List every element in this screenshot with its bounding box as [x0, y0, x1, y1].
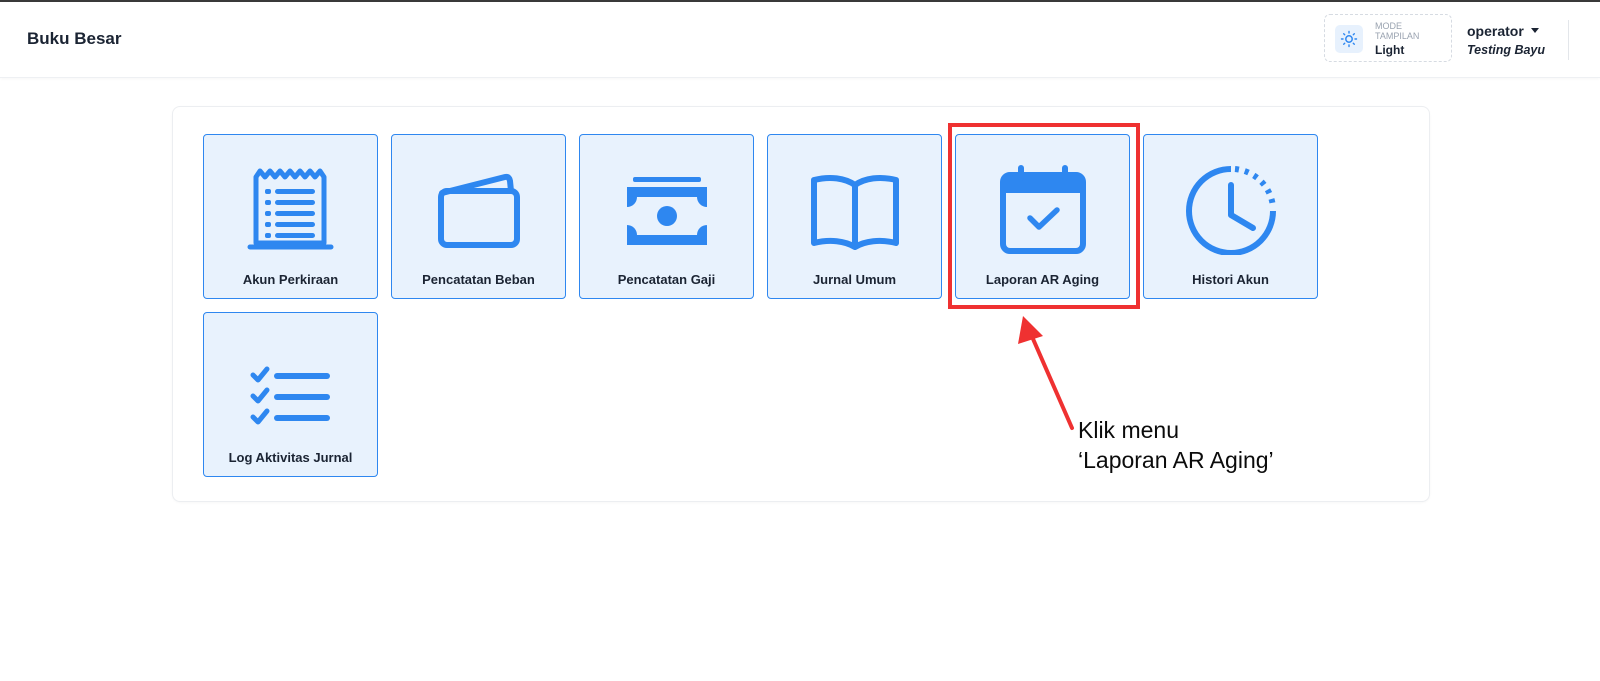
menu-tile-label: Akun Perkiraan [242, 272, 339, 287]
checklist-icon [250, 366, 330, 425]
display-mode-toggle[interactable]: MODE TAMPILAN Light [1324, 14, 1452, 62]
menu-tile-jurnal-umum[interactable]: Jurnal Umum [767, 134, 942, 299]
menu-tile-pencatatan-gaji[interactable]: Pencatatan Gaji [579, 134, 754, 299]
top-header: Buku Besar MODE TAMPILAN Light operator … [0, 2, 1600, 78]
caret-down-icon[interactable] [1531, 28, 1539, 33]
header-divider [1568, 20, 1569, 60]
menu-tile-label: Jurnal Umum [812, 272, 897, 287]
annotation-line-2: ‘Laporan AR Aging’ [1078, 447, 1274, 473]
user-menu-name[interactable]: operator [1467, 23, 1524, 39]
annotation-arrow [1018, 316, 1074, 430]
menu-tile-akun-perkiraan[interactable]: Akun Perkiraan [203, 134, 378, 299]
menu-tile-label: Histori Akun [1192, 272, 1269, 287]
mode-value: Light [1375, 43, 1405, 57]
receipt-icon [247, 168, 334, 250]
menu-tile-label: Log Aktivitas Jurnal [228, 450, 353, 465]
clock-history-icon [1186, 166, 1276, 255]
menu-tile-pencatatan-beban[interactable]: Pencatatan Beban [391, 134, 566, 299]
book-icon [811, 174, 899, 250]
wallet-icon [438, 173, 520, 248]
menu-tile-histori-akun[interactable]: Histori Akun [1143, 134, 1318, 299]
annotation-line-1: Klik menu [1078, 417, 1179, 443]
mode-label: MODE TAMPILAN [1375, 21, 1420, 41]
annotation-text: Klik menu ‘Laporan AR Aging’ [1078, 415, 1274, 475]
cash-icon [627, 177, 707, 245]
annotation-highlight-box [948, 123, 1140, 309]
menu-tile-log-aktivitas-jurnal[interactable]: Log Aktivitas Jurnal [203, 312, 378, 477]
user-subtitle: Testing Bayu [1467, 43, 1546, 57]
menu-tile-label: Pencatatan Gaji [617, 272, 716, 287]
menu-tile-label: Pencatatan Beban [422, 272, 535, 287]
app-title: Buku Besar [27, 29, 122, 48]
sun-icon [1335, 25, 1363, 53]
